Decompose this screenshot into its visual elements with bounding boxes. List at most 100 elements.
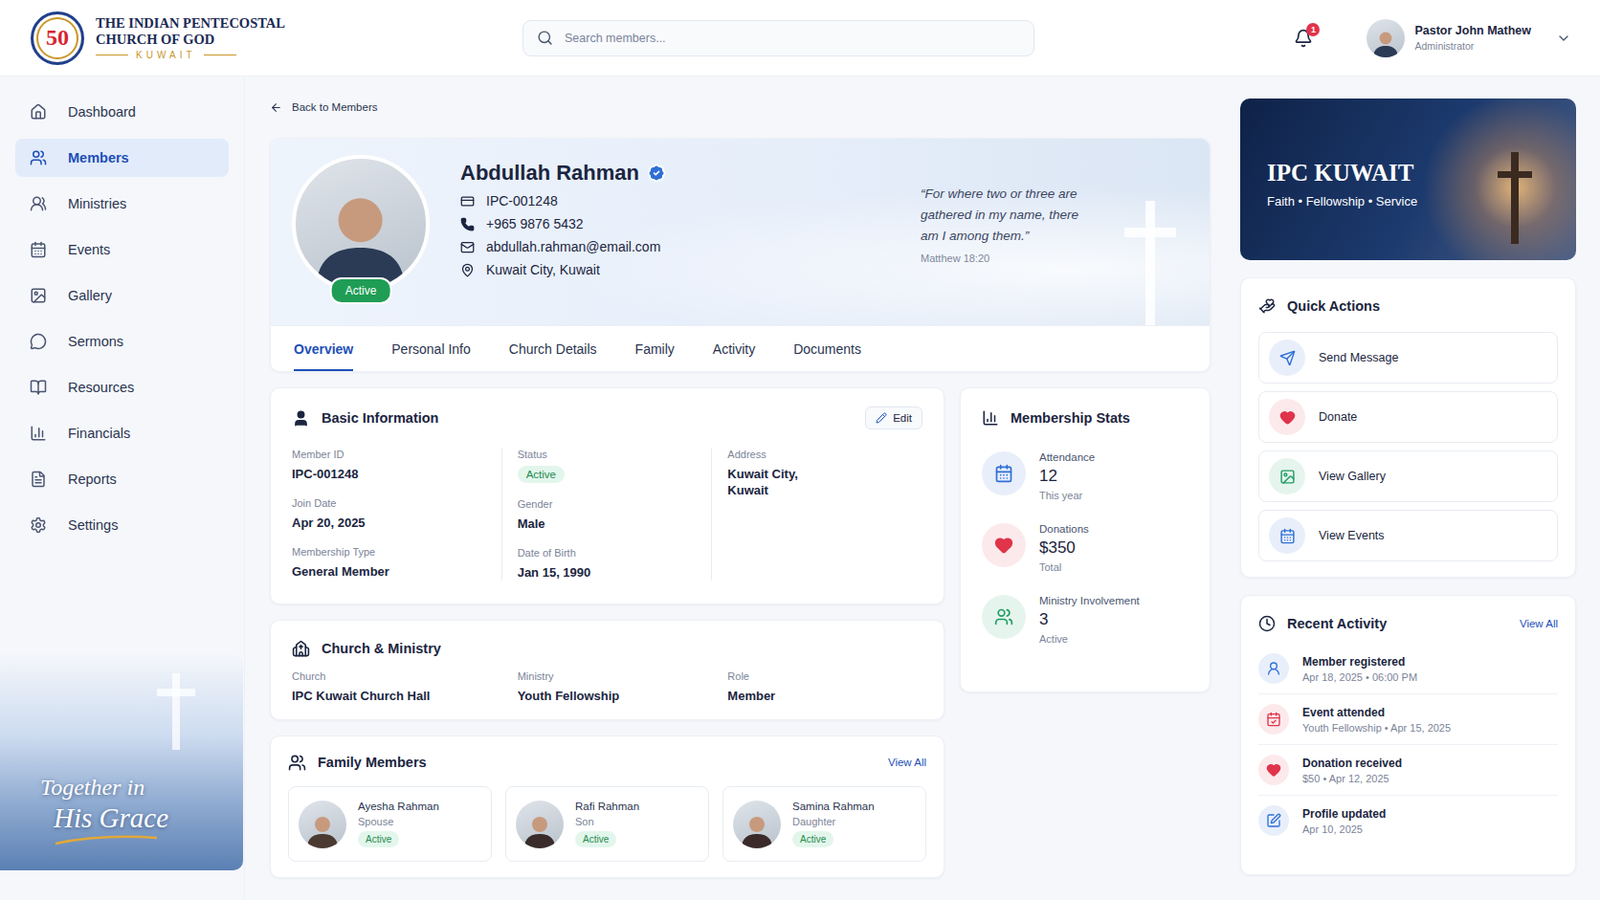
basic-info-card: Basic InformationEditMember IDIPC-001248… bbox=[269, 387, 945, 605]
user-name: Pastor John Mathew bbox=[1414, 23, 1532, 38]
logo[interactable]: 50THE INDIAN PENTECOSTALCHURCH OF GODKUW… bbox=[30, 11, 523, 66]
sidebar-item[interactable]: Gallery bbox=[15, 276, 229, 315]
user-icon bbox=[291, 409, 311, 428]
family-member[interactable]: Samina RahmanDaughterActive bbox=[722, 786, 927, 863]
family-card: Family MembersView AllAyesha RahmanSpous… bbox=[269, 735, 945, 879]
stat-item: Donations$350Total bbox=[981, 523, 1189, 574]
chart-icon bbox=[981, 409, 1000, 427]
info-field: MinistryYouth Fellowship bbox=[517, 670, 713, 705]
nav-icon bbox=[29, 516, 47, 534]
nav-icon bbox=[29, 378, 47, 397]
tab[interactable]: Activity bbox=[712, 326, 756, 373]
sidebar-item[interactable]: Reports bbox=[15, 460, 229, 499]
sidebar-item[interactable]: Resources bbox=[15, 368, 229, 407]
avatar-photo bbox=[733, 800, 781, 849]
activity-icon bbox=[1266, 711, 1282, 728]
family-member[interactable]: Ayesha RahmanSpouseActive bbox=[288, 786, 492, 863]
membership-stats-card: Membership StatsAttendance12This yearDon… bbox=[959, 387, 1211, 693]
id-card-icon bbox=[460, 194, 475, 209]
activity-item: Member registeredApr 18, 2025 • 06:00 PM bbox=[1258, 644, 1558, 695]
tab[interactable]: Family bbox=[635, 326, 675, 373]
person-icon bbox=[303, 810, 342, 849]
profile-tabs: Overview Personal Info Church Details Famil… bbox=[270, 325, 1210, 372]
tab[interactable]: Church Details bbox=[509, 326, 598, 373]
tab[interactable]: Personal Info bbox=[391, 326, 471, 373]
sidebar-item[interactable]: Members bbox=[15, 138, 229, 178]
nav-icon bbox=[29, 195, 47, 213]
member-location: Kuwait City, Kuwait bbox=[460, 258, 667, 282]
user-menu-toggle[interactable] bbox=[1554, 28, 1574, 48]
search-box[interactable] bbox=[522, 20, 1035, 57]
info-field: ChurchIPC Kuwait Church Hall bbox=[291, 670, 503, 705]
nav-icon bbox=[29, 333, 47, 351]
sidebar-item[interactable]: Ministries bbox=[15, 184, 229, 223]
search-input[interactable] bbox=[562, 30, 1021, 46]
activity-icon bbox=[1266, 661, 1282, 677]
avatar-photo bbox=[1366, 19, 1405, 58]
user-role: Administrator bbox=[1414, 40, 1532, 52]
status-badge: Active bbox=[357, 831, 400, 848]
mail-icon bbox=[460, 240, 475, 255]
sidebar-item[interactable]: Dashboard bbox=[15, 92, 229, 132]
avatar-photo bbox=[291, 155, 430, 293]
tab[interactable]: Overview bbox=[293, 326, 354, 373]
logo-mark: 50 bbox=[30, 11, 85, 66]
banner-line: Together in bbox=[40, 773, 244, 802]
scripture-quote: “For where two or three are gathered in … bbox=[920, 155, 1091, 326]
member-name: Abdullah Rahman bbox=[460, 160, 640, 186]
user-menu[interactable]: Pastor John Mathew Administrator bbox=[1366, 19, 1574, 58]
status-badge: Active bbox=[330, 277, 393, 305]
nav-icon bbox=[29, 241, 47, 259]
church-icon bbox=[291, 640, 311, 659]
avatar-photo bbox=[515, 800, 564, 849]
sidebar-banner: Together inHis Grace bbox=[0, 652, 244, 871]
stat-icon bbox=[994, 535, 1014, 556]
status-badge: Active bbox=[575, 831, 617, 848]
avatar-photo bbox=[298, 800, 347, 849]
tab[interactable]: Documents bbox=[793, 326, 862, 373]
back-link[interactable]: Back to Members bbox=[269, 98, 1211, 116]
activity-item: Donation received$50 • Apr 12, 2025 bbox=[1258, 745, 1558, 797]
sidebar: Dashboard Members Ministries Events Gallery S… bbox=[0, 76, 245, 900]
sidebar-item[interactable]: Sermons bbox=[15, 322, 229, 361]
activity-item: Profile updatedApr 10, 2025 bbox=[1258, 796, 1558, 846]
quick-action[interactable]: Send Message bbox=[1258, 332, 1558, 384]
info-field: Date of BirthJan 15, 1990 bbox=[517, 547, 712, 581]
quick-action[interactable]: View Events bbox=[1258, 510, 1558, 562]
sidebar-item[interactable]: Events bbox=[15, 230, 229, 269]
cross-icon bbox=[1120, 200, 1180, 326]
church-ministry-card: Church & MinistryChurchIPC Kuwait Church… bbox=[269, 620, 945, 721]
info-field: RoleMember bbox=[727, 670, 923, 705]
phone-icon bbox=[460, 217, 475, 232]
map-pin-icon bbox=[460, 263, 475, 278]
member-email: abdullah.rahman@email.com bbox=[460, 235, 667, 259]
info-field: Join DateApr 20, 2025 bbox=[291, 497, 502, 532]
person-icon bbox=[737, 810, 777, 849]
family-member[interactable]: Rafi RahmanSonActive bbox=[505, 786, 710, 863]
notifications-button[interactable]: 1 bbox=[1289, 24, 1317, 52]
hand-heart-icon bbox=[1258, 297, 1276, 315]
person-icon bbox=[1370, 26, 1401, 58]
nav-icon bbox=[29, 149, 47, 167]
member-id: IPC-001248 bbox=[460, 189, 667, 213]
sidebar-item[interactable]: Financials bbox=[15, 414, 229, 453]
app: 50THE INDIAN PENTECOSTALCHURCH OF GODKUW… bbox=[0, 0, 1600, 900]
quick-actions-card: Quick ActionsSend MessageDonateView Gall… bbox=[1240, 277, 1577, 578]
edit-button[interactable]: Edit bbox=[865, 406, 923, 430]
activity-icon bbox=[1266, 762, 1282, 778]
nav-icon bbox=[29, 103, 47, 121]
quick-action[interactable]: Donate bbox=[1258, 391, 1558, 444]
activity-item: Event attendedYouth Fellowship • Apr 15,… bbox=[1258, 694, 1558, 746]
action-icon bbox=[1279, 409, 1296, 426]
view-all-link[interactable]: View All bbox=[888, 756, 927, 769]
view-all-link[interactable]: View All bbox=[1519, 618, 1558, 630]
cross-icon bbox=[153, 673, 200, 751]
stat-icon bbox=[994, 464, 1014, 484]
quick-action[interactable]: View Gallery bbox=[1258, 450, 1558, 503]
info-field: AddressKuwait City, Kuwait bbox=[727, 448, 923, 499]
sidebar-item[interactable]: Settings bbox=[15, 506, 229, 545]
notification-badge: 1 bbox=[1306, 22, 1320, 37]
church-banner: IPC KUWAITFaith • Fellowship • Service bbox=[1240, 98, 1577, 261]
header: 50THE INDIAN PENTECOSTALCHURCH OF GODKUW… bbox=[0, 0, 1600, 77]
search-icon bbox=[536, 29, 554, 46]
